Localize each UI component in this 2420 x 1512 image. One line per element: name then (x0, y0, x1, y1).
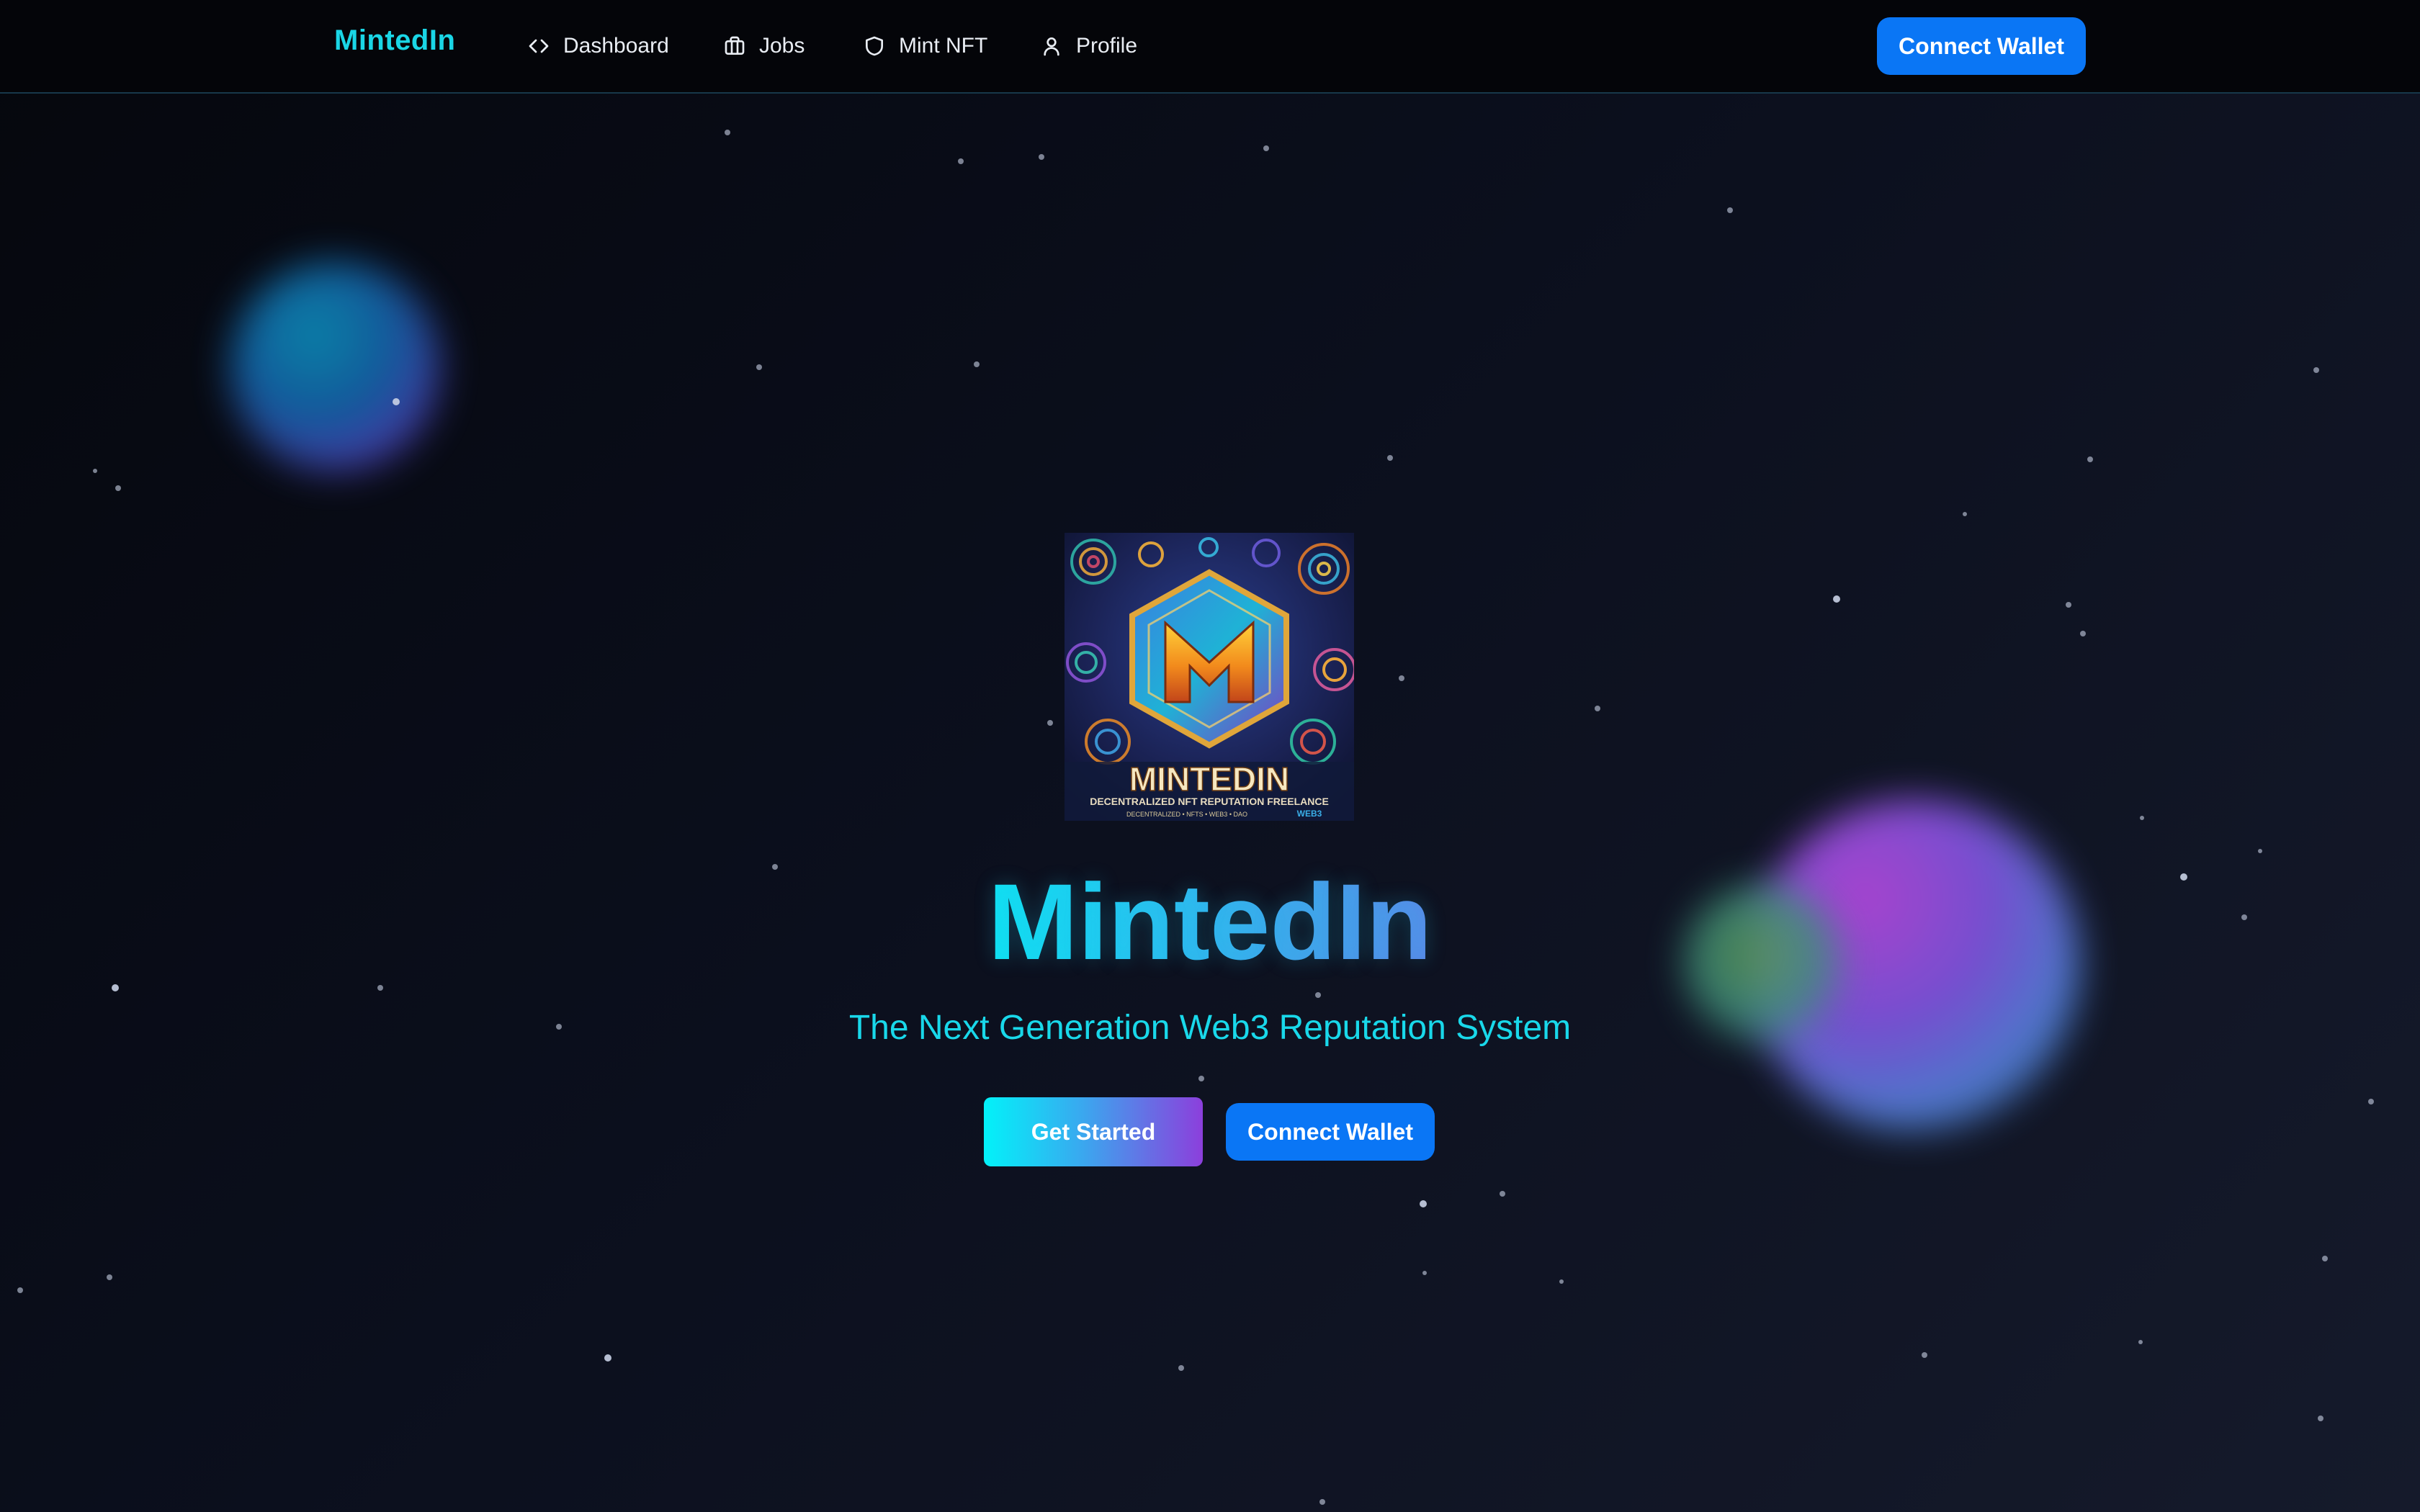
nav-item-profile[interactable]: Profile (1040, 30, 1137, 62)
nav-item-dashboard[interactable]: Dashboard (527, 30, 669, 62)
page: MintedIn Dashboard Jobs Mint NFT Profile… (0, 0, 2420, 1512)
star-dot (93, 469, 97, 473)
star-dot (1559, 1279, 1564, 1284)
briefcase-icon (725, 36, 745, 55)
star-dot (958, 158, 964, 164)
logo-tagline: DECENTRALIZED NFT REPUTATION FREELANCE (1090, 796, 1329, 807)
get-started-button[interactable]: Get Started (984, 1097, 1203, 1166)
star-dot (1387, 455, 1393, 461)
logo-badge: WEB3 (1297, 809, 1322, 819)
star-dot (1420, 1200, 1427, 1207)
star-dot (974, 361, 980, 367)
star-dot (393, 398, 400, 405)
shield-icon (866, 36, 883, 56)
star-dot (112, 984, 119, 991)
star-dot (1833, 595, 1840, 603)
nav-item-label: Mint NFT (899, 34, 988, 58)
logo-wordmark: MINTEDIN (1129, 760, 1289, 798)
star-dot (107, 1274, 112, 1280)
nav-item-mint-nft[interactable]: Mint NFT (863, 30, 987, 62)
star-dot (1727, 207, 1733, 213)
star-dot (2322, 1256, 2328, 1261)
code-icon (529, 39, 549, 53)
nav-item-jobs[interactable]: Jobs (723, 30, 805, 62)
star-dot (2368, 1099, 2374, 1104)
star-dot (2138, 1340, 2143, 1344)
star-dot (1595, 706, 1600, 711)
connect-wallet-button[interactable]: Connect Wallet (1877, 17, 2086, 75)
mintedin-logo-art: MINTEDIN DECENTRALIZED NFT REPUTATION FR… (1065, 533, 1354, 821)
star-dot (1922, 1352, 1927, 1358)
hero-title-text: MintedIn (987, 861, 1433, 982)
star-dot (1198, 1076, 1204, 1081)
star-dot (756, 364, 762, 370)
star-dot (1963, 512, 1967, 516)
star-dot (1047, 720, 1053, 726)
star-dot (1500, 1191, 1505, 1197)
brand-logo[interactable]: MintedIn (334, 24, 455, 57)
star-dot (1315, 992, 1321, 998)
nav-item-label: Profile (1076, 34, 1138, 58)
star-dot (2318, 1416, 2323, 1421)
star-dot (2066, 602, 2071, 608)
star-dot (1263, 145, 1269, 151)
star-dot (377, 985, 383, 991)
star-dot (2140, 816, 2144, 820)
nav-item-label: Dashboard (563, 34, 669, 58)
star-dot (604, 1354, 611, 1362)
star-dot (1399, 675, 1404, 681)
hero-subtitle: The Next Generation Web3 Reputation Syst… (848, 1009, 1572, 1047)
top-navbar: MintedIn Dashboard Jobs Mint NFT Profile… (0, 0, 2420, 94)
logo-subtagline: DECENTRALIZED • NFTS • WEB3 • DAO (1126, 811, 1247, 818)
star-dot (1178, 1365, 1184, 1371)
hero-connect-wallet-button[interactable]: Connect Wallet (1226, 1103, 1435, 1161)
star-dot (2087, 456, 2093, 462)
hero-logo-image: MINTEDIN DECENTRALIZED NFT REPUTATION FR… (1065, 533, 1354, 821)
star-dot (1422, 1271, 1427, 1275)
star-dot (17, 1287, 23, 1293)
star-dot (725, 130, 730, 135)
star-dot (1039, 154, 1044, 160)
star-dot (1319, 1499, 1325, 1505)
nav-item-label: Jobs (759, 34, 805, 58)
hero-title: MintedIn (0, 861, 2420, 982)
star-dot (115, 485, 121, 491)
star-dot (2258, 849, 2262, 853)
user-icon (1044, 37, 1059, 56)
star-dot (2080, 631, 2086, 636)
star-dot (2313, 367, 2319, 373)
